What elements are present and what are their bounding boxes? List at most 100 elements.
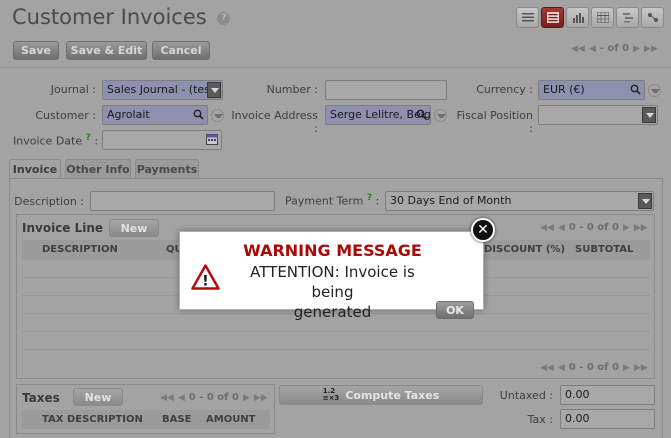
form-view-icon[interactable]: [541, 7, 564, 28]
payment-term-label-text: Payment Term: [285, 194, 364, 208]
payment-term-select[interactable]: 30 Days End of Month: [385, 191, 654, 211]
customer-dropdown-icon[interactable]: [211, 109, 224, 122]
tab-invoice[interactable]: Invoice: [9, 159, 61, 178]
tab-other-info[interactable]: Other Info: [65, 159, 131, 178]
customer-field[interactable]: Agrolait: [102, 105, 208, 125]
ok-button[interactable]: OK: [436, 301, 474, 319]
prev-page-icon[interactable]: ◀: [178, 393, 185, 403]
number-label: Number :: [266, 83, 318, 96]
invoice-date-label: Invoice Date ? :: [13, 133, 98, 148]
compute-taxes-button[interactable]: 1.2 ≡×3 Compute Taxes: [279, 385, 483, 405]
number-field[interactable]: [325, 80, 447, 100]
pager-text: 0 - 0 of 0: [568, 362, 619, 373]
column-header: TAX DESCRIPTION: [42, 414, 143, 425]
column-header: AMOUNT: [206, 414, 256, 425]
warning-icon: !: [191, 264, 220, 290]
page-title-text: Customer Invoices: [12, 5, 207, 29]
last-page-icon[interactable]: ▶▶: [644, 44, 658, 54]
next-page-icon[interactable]: ▶: [623, 223, 630, 233]
prev-page-icon[interactable]: ◀: [558, 223, 565, 233]
warning-dialog: ! WARNING MESSAGE ATTENTION: Invoice is …: [179, 231, 484, 321]
fiscal-position-select[interactable]: [538, 105, 658, 125]
search-icon[interactable]: [630, 84, 641, 95]
page-title: Customer Invoices ?: [12, 5, 231, 29]
last-page-icon[interactable]: ▶▶: [634, 363, 648, 373]
last-page-icon[interactable]: ▶▶: [254, 393, 268, 403]
save-button[interactable]: Save: [13, 41, 59, 60]
invoice-line-title: Invoice Line: [22, 221, 104, 235]
customer-label: Customer :: [35, 109, 96, 122]
prev-page-icon[interactable]: ◀: [589, 44, 596, 54]
invoice-date-help-icon[interactable]: ?: [86, 133, 91, 143]
list-view-icon[interactable]: [516, 7, 539, 28]
prev-page-icon[interactable]: ◀: [558, 363, 565, 373]
invoice-date-colon: :: [94, 134, 99, 148]
graph-view-icon[interactable]: [566, 7, 589, 28]
pager-text: 0 - 0 of 0: [568, 222, 619, 233]
payment-term-colon: :: [375, 194, 380, 208]
currency-dropdown-icon[interactable]: [648, 84, 661, 97]
tax-label: Tax :: [527, 413, 553, 426]
last-page-icon[interactable]: ▶▶: [634, 223, 648, 233]
pager-text: - of 0: [599, 43, 630, 54]
invoice-date-label-text: Invoice Date: [13, 134, 83, 148]
journal-select[interactable]: Sales Journal - (test: [102, 80, 223, 100]
chevron-down-icon[interactable]: [638, 193, 652, 209]
chevron-down-icon[interactable]: [207, 82, 221, 98]
save-edit-button[interactable]: Save & Edit: [66, 41, 147, 60]
invoice-line-bottom-pager: ◀◀ ◀ 0 - 0 of 0 ▶ ▶▶: [540, 362, 648, 373]
currency-label: Currency :: [476, 83, 533, 96]
tab-payments[interactable]: Payments: [135, 159, 199, 178]
payment-term-help-icon[interactable]: ?: [367, 193, 372, 203]
dialog-message-line2: generated: [293, 303, 372, 321]
fiscal-position-label: Fiscal Position :: [456, 109, 533, 135]
next-page-icon[interactable]: ▶: [633, 44, 640, 54]
diagram-view-icon[interactable]: [641, 7, 664, 28]
calendar-view-icon[interactable]: [591, 7, 614, 28]
column-header: DISCOUNT (%): [484, 244, 566, 255]
invoice-line-new-button[interactable]: New: [109, 219, 159, 237]
invoice-address-dropdown-icon[interactable]: [434, 109, 447, 122]
record-pager: ◀◀ ◀ - of 0 ▶ ▶▶: [571, 43, 658, 54]
warning-glyph: !: [202, 274, 208, 290]
dialog-title: WARNING MESSAGE: [243, 241, 422, 260]
currency-field[interactable]: EUR (€): [538, 80, 645, 100]
invoice-date-field[interactable]: [102, 130, 222, 150]
first-page-icon[interactable]: ◀◀: [571, 44, 585, 54]
untaxed-label: Untaxed :: [499, 389, 553, 402]
gantt-view-icon[interactable]: [616, 7, 639, 28]
invoice-address-label: Invoice Address :: [231, 109, 318, 135]
taxes-new-button[interactable]: New: [73, 388, 123, 406]
journal-label: Journal :: [50, 83, 96, 96]
description-label: Description :: [14, 195, 84, 208]
pager-text: 0 - 0 of 0: [188, 392, 239, 403]
customer-value: Agrolait: [107, 108, 150, 121]
untaxed-field: 0.00: [560, 385, 655, 405]
payment-term-label: Payment Term ? :: [285, 193, 379, 208]
column-header: SUBTOTAL: [575, 244, 634, 255]
first-page-icon[interactable]: ◀◀: [160, 393, 174, 403]
search-icon[interactable]: [416, 109, 427, 120]
next-page-icon[interactable]: ▶: [243, 393, 250, 403]
cancel-button[interactable]: Cancel: [152, 41, 210, 60]
table-row: [22, 349, 650, 350]
taxes-title: Taxes: [22, 391, 60, 405]
calendar-icon[interactable]: [206, 134, 218, 145]
first-page-icon[interactable]: ◀◀: [540, 363, 554, 373]
journal-value: Sales Journal - (test: [107, 83, 215, 96]
first-page-icon[interactable]: ◀◀: [540, 223, 554, 233]
calculator-icon: 1.2 ≡×3: [322, 387, 340, 402]
toolbar-divider: [0, 67, 671, 68]
dialog-message-line1: ATTENTION: Invoice is being: [250, 263, 415, 301]
compute-taxes-label: Compute Taxes: [345, 388, 440, 402]
column-header: DESCRIPTION: [42, 244, 118, 255]
search-icon[interactable]: [193, 109, 204, 120]
chevron-down-icon[interactable]: [642, 107, 656, 123]
description-field[interactable]: [90, 191, 275, 211]
next-page-icon[interactable]: ▶: [623, 363, 630, 373]
help-icon[interactable]: ?: [217, 11, 231, 25]
tax-field: 0.00: [560, 409, 655, 429]
close-icon[interactable]: ✕: [471, 218, 495, 242]
invoice-address-field[interactable]: Serge Lelitre, Belg: [325, 105, 431, 125]
currency-value: EUR (€): [543, 83, 585, 96]
